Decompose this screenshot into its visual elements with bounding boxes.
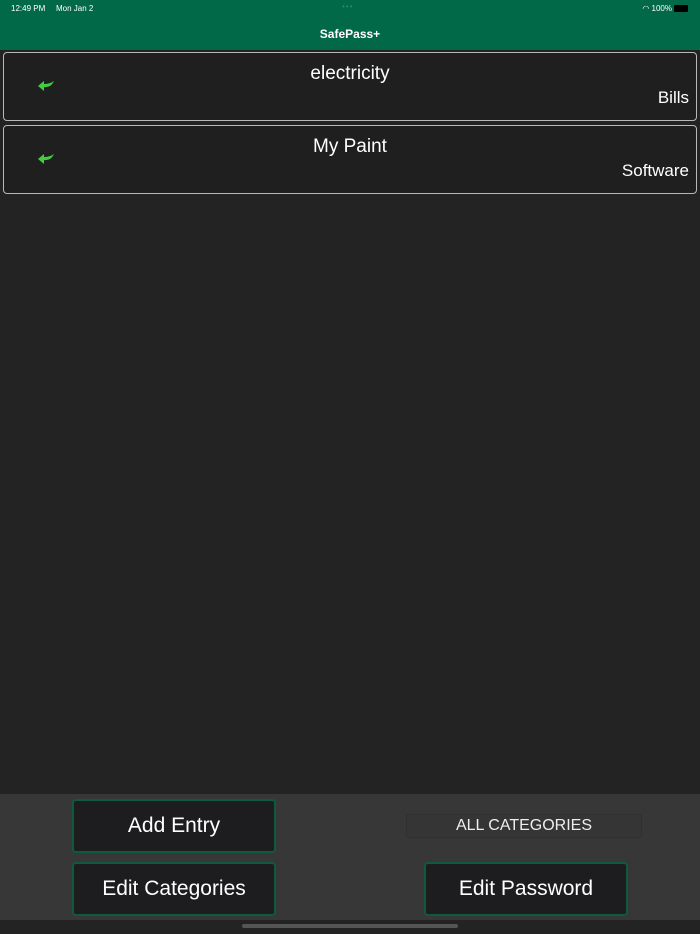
entry-name: electricity: [310, 63, 390, 84]
wifi-icon: ◠: [642, 4, 650, 13]
home-indicator[interactable]: [242, 924, 458, 928]
list-item[interactable]: My Paint Software: [3, 125, 697, 194]
entry-category: Bills: [657, 88, 689, 107]
entry-category: Software: [621, 161, 689, 180]
add-entry-button[interactable]: Add Entry: [72, 799, 276, 853]
status-date: Mon Jan 2: [56, 4, 94, 13]
edit-categories-button[interactable]: Edit Categories: [72, 862, 276, 916]
battery-icon: [674, 5, 688, 13]
page-title: SafePass+: [319, 27, 381, 41]
multitask-dots-icon[interactable]: •••: [342, 2, 353, 11]
status-time: 12:49 PM: [11, 4, 46, 13]
edit-password-button[interactable]: Edit Password: [424, 862, 628, 916]
battery-percent: 100%: [651, 4, 672, 13]
category-filter-select[interactable]: ALL CATEGORIES: [406, 814, 642, 838]
list-item[interactable]: electricity Bills: [3, 52, 697, 121]
status-right: ◠ 100%: [642, 4, 688, 13]
entry-name: My Paint: [313, 136, 387, 157]
nav-header: 12:49 PM Mon Jan 2 ••• ◠ 100% SafePass+: [0, 0, 700, 50]
